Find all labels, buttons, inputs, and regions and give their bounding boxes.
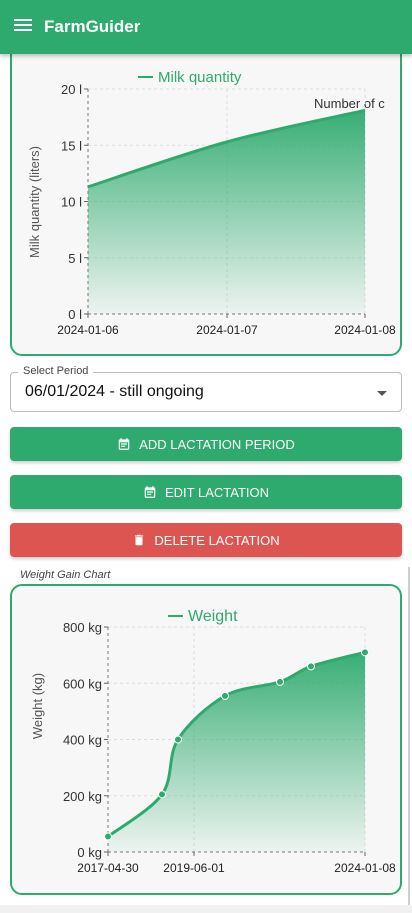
weight-chart-card: Weight Weight (kg) 800 kg 600 kg 400 kg 200… xyxy=(10,584,402,895)
milk-y-tick-label: 10 l xyxy=(61,195,82,210)
delete-lactation-button[interactable]: DELETE LACTATION xyxy=(10,523,402,557)
weight-data-point[interactable] xyxy=(361,648,369,657)
milk-chart-card: Milk quantity Milk quantity (liters) Num… xyxy=(10,40,402,356)
milk-y-tick-label: 15 l xyxy=(61,138,82,153)
bottom-strip xyxy=(0,905,412,913)
milk-y-tick-label: 20 l xyxy=(61,82,82,97)
weight-y-tick-label: 400 kg xyxy=(63,733,102,748)
period-select-label: Select Period xyxy=(18,365,94,377)
weight-y-tick-label: 600 kg xyxy=(63,676,102,691)
calendar-icon xyxy=(118,438,130,450)
milk-x-tick-label: 2024-01-08 xyxy=(334,323,396,337)
weight-data-point[interactable] xyxy=(221,691,229,700)
edit-lactation-button[interactable]: EDIT LACTATION xyxy=(10,475,402,509)
app-title: FarmGuider xyxy=(44,17,141,36)
milk-annotation: Number of c xyxy=(314,96,385,111)
trash-icon xyxy=(135,534,144,546)
period-select-value: 06/01/2024 - still ongoing xyxy=(25,383,204,400)
milk-y-axis-label: Milk quantity (liters) xyxy=(27,146,42,258)
weight-data-point[interactable] xyxy=(104,832,112,841)
weight-legend-label: Weight xyxy=(188,608,238,625)
weight-data-point[interactable] xyxy=(158,790,166,799)
weight-x-tick-label: 2019-06-01 xyxy=(163,861,225,875)
weight-x-tick-label: 2024-01-08 xyxy=(334,861,396,875)
add-lactation-label: ADD LACTATION PERIOD xyxy=(139,436,295,452)
chevron-down-icon[interactable] xyxy=(377,391,387,396)
weight-data-point[interactable] xyxy=(276,677,284,686)
weight-data-point[interactable] xyxy=(307,662,315,671)
edit-lactation-label: EDIT LACTATION xyxy=(164,484,269,500)
weight-y-tick-label: 0 kg xyxy=(77,845,102,860)
milk-legend-label: Milk quantity xyxy=(158,69,242,86)
milk-y-tick-label: 0 l xyxy=(68,307,82,322)
delete-lactation-label: DELETE LACTATION xyxy=(154,532,280,548)
milk-x-tick-label: 2024-01-07 xyxy=(196,323,258,337)
menu-icon[interactable] xyxy=(14,17,34,33)
add-lactation-button[interactable]: ADD LACTATION PERIOD xyxy=(10,427,402,461)
weight-data-point[interactable] xyxy=(174,735,182,744)
weight-y-tick-label: 200 kg xyxy=(63,789,102,804)
app-bar: FarmGuider xyxy=(0,0,412,54)
milk-x-tick-label: 2024-01-06 xyxy=(57,323,119,337)
period-select[interactable]: 06/01/2024 - still ongoing xyxy=(10,372,402,412)
weight-section-caption: Weight Gain Chart xyxy=(20,569,111,581)
weight-y-tick-label: 800 kg xyxy=(63,620,102,635)
weight-y-axis-label: Weight (kg) xyxy=(30,673,45,739)
scrollbar[interactable] xyxy=(408,567,410,907)
weight-chart: Weight Weight (kg) 800 kg 600 kg 400 kg 200… xyxy=(30,608,396,875)
milk-chart: Milk quantity Milk quantity (liters) Num… xyxy=(27,69,396,337)
milk-y-tick-label: 5 l xyxy=(68,251,82,266)
weight-x-tick-label: 2017-04-30 xyxy=(77,861,139,875)
calendar-icon xyxy=(144,486,156,498)
weight-area xyxy=(108,652,365,852)
